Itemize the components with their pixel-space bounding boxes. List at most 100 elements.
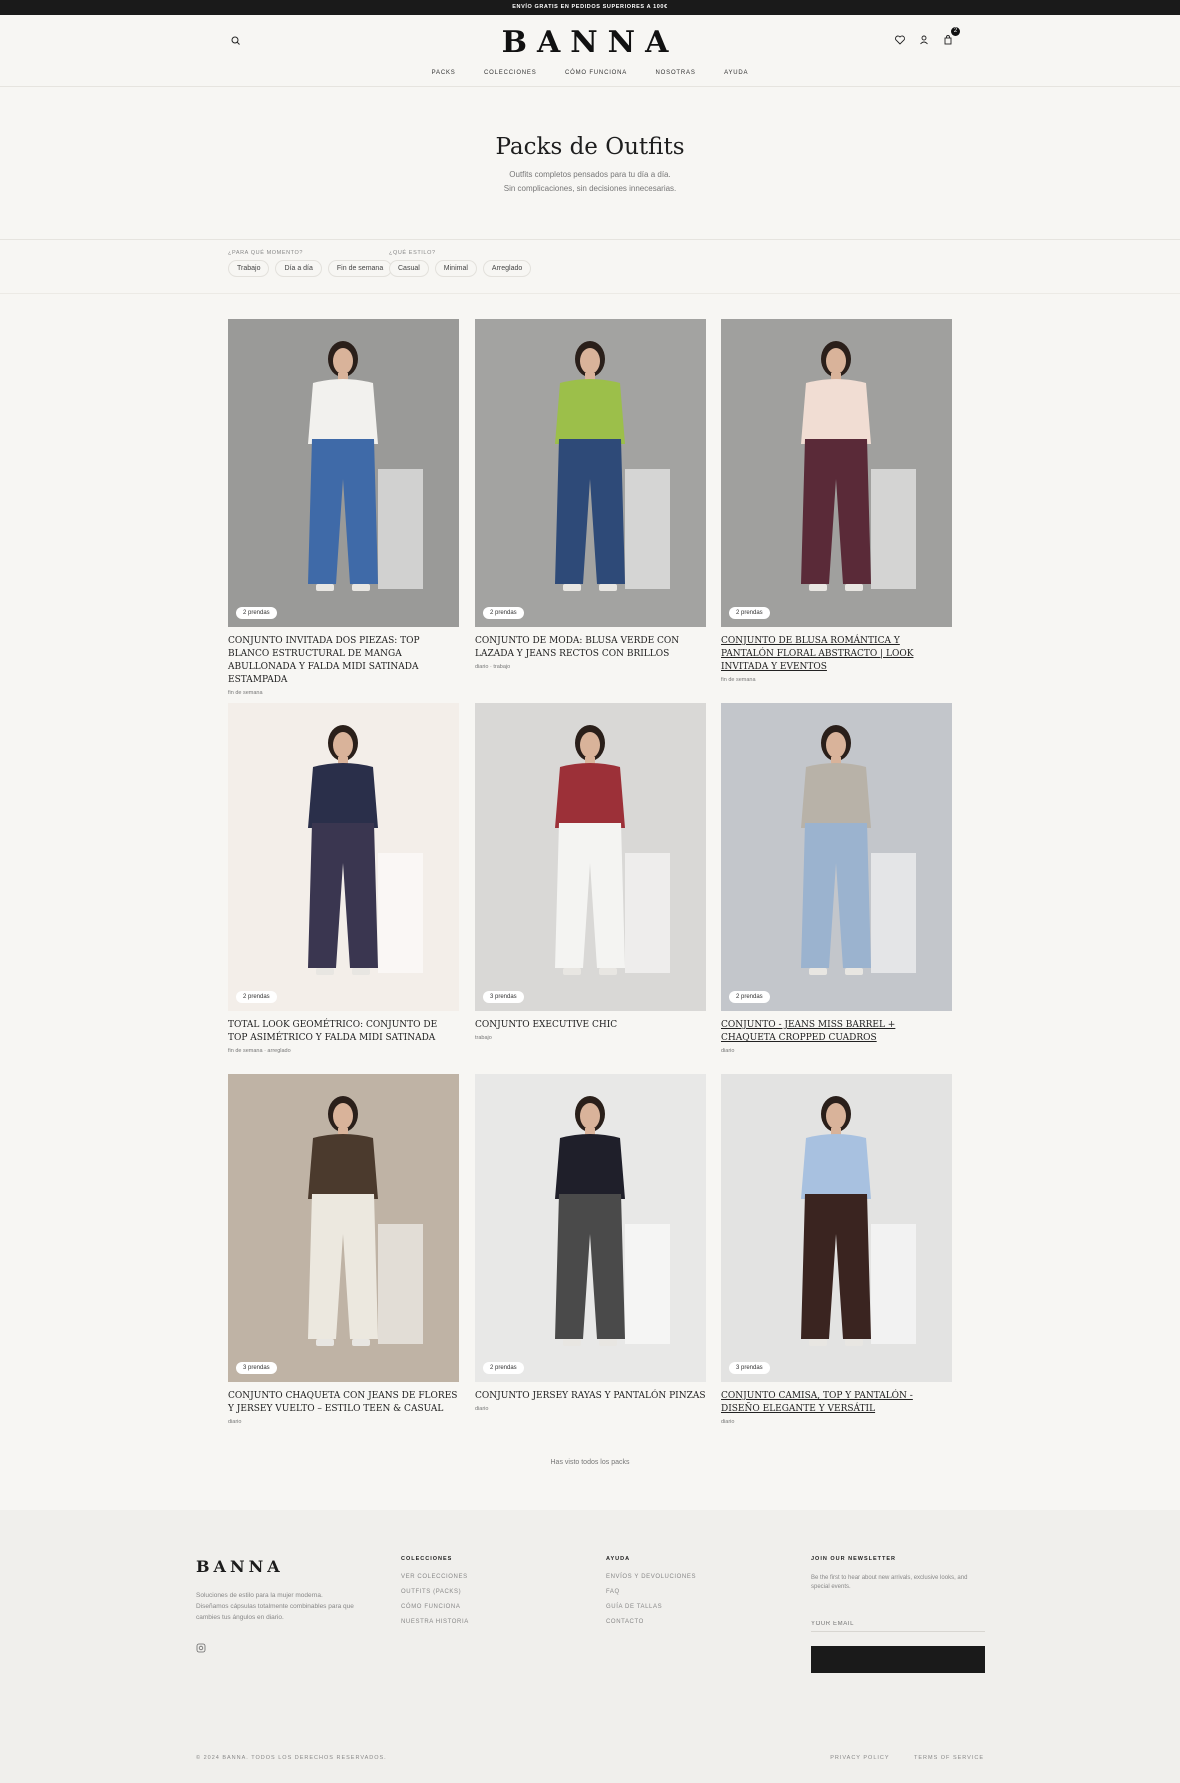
model-bottom (801, 439, 871, 584)
model-top (308, 379, 378, 444)
wishlist-icon[interactable] (894, 33, 906, 45)
product-card[interactable]: 3 prendas Conjunto Executive Chic trabajo (475, 703, 706, 1041)
product-card[interactable]: 3 prendas Conjunto chaqueta con jeans de … (228, 1074, 459, 1425)
newsletter-email-input[interactable] (811, 1617, 985, 1632)
newsletter-title: JOIN OUR NEWSLETTER (811, 1556, 897, 1562)
nav-colecciones[interactable]: COLECCIONES (484, 70, 536, 76)
nav-nosotras[interactable]: NOSOTRAS (656, 70, 696, 76)
newsletter-subscribe-button[interactable] (811, 1646, 985, 1673)
model-face (333, 732, 353, 758)
garment-count-badge: 3 prendas (236, 1362, 277, 1374)
product-title[interactable]: Conjunto chaqueta con jeans de flores y … (228, 1390, 459, 1416)
garment-count-badge: 3 prendas (729, 1362, 770, 1374)
instagram-icon[interactable] (196, 1640, 206, 1653)
product-title[interactable]: Conjunto de Blusa Romántica y Pantalón F… (721, 635, 952, 674)
product-image[interactable]: 2 prendas (721, 319, 952, 627)
garment-count-badge: 2 prendas (236, 607, 277, 619)
hero-subtitle-line1: Outfits completos pensados para tu día a… (509, 170, 671, 179)
site-header: BANNA 2 PACKS COLECCIONES CÓMO FUNCIONA … (0, 15, 1180, 87)
footer-link-contacto[interactable]: CONTACTO (606, 1619, 696, 1625)
site-footer: BANNA Soluciones de estilo para la mujer… (0, 1510, 1180, 1783)
product-title[interactable]: Conjunto - Jeans Miss Barrel + Chaqueta … (721, 1019, 952, 1045)
model-shoe-left (316, 968, 334, 975)
product-tags: trabajo (475, 1035, 492, 1041)
model-shoe-right (599, 584, 617, 591)
footer-link-guia-tallas[interactable]: GUÍA DE TALLAS (606, 1604, 696, 1610)
product-card[interactable]: 2 prendas Total look geométrico: Conjunto… (228, 703, 459, 1054)
model-figure (801, 341, 916, 591)
cart-icon[interactable]: 2 (942, 27, 960, 45)
footer-link-outfits[interactable]: OUTFITS (PACKS) (401, 1589, 469, 1595)
product-tags: diario · trabajo (475, 664, 511, 670)
pedestal-block (378, 469, 423, 589)
garment-count-badge: 2 prendas (483, 1362, 524, 1374)
product-card[interactable]: 2 prendas Conjunto de Blusa Romántica y P… (721, 319, 952, 683)
model-shoe-left (809, 1339, 827, 1346)
product-card[interactable]: 3 prendas Conjunto camisa, top y pantalón… (721, 1074, 952, 1425)
filter-chip-fin-de-semana[interactable]: Fin de semana (327, 260, 393, 277)
nav-como-funciona[interactable]: CÓMO FUNCIONA (565, 70, 627, 76)
product-card[interactable]: 2 prendas Conjunto de moda: Blusa verde c… (475, 319, 706, 670)
footer-link-envios[interactable]: ENVÍOS Y DEVOLUCIONES (606, 1574, 696, 1580)
pedestal-block (378, 1224, 423, 1344)
model-shoe-left (809, 968, 827, 975)
model-bottom (308, 1194, 378, 1339)
product-image[interactable]: 2 prendas (228, 703, 459, 1011)
product-title[interactable]: Conjunto invitada dos piezas: top blanco… (228, 635, 459, 687)
product-image[interactable]: 3 prendas (475, 703, 706, 1011)
footer-link-faq[interactable]: FAQ (606, 1589, 696, 1595)
product-tags: fin de semana · arreglado (228, 1048, 291, 1054)
terms-of-service-link[interactable]: TERMS OF SERVICE (914, 1755, 984, 1761)
filter-chip-dia-a-dia[interactable]: Día a día (275, 260, 322, 277)
product-image[interactable]: 2 prendas (228, 319, 459, 627)
product-image[interactable]: 3 prendas (228, 1074, 459, 1382)
product-tags: diario (721, 1419, 735, 1425)
filter-chip-trabajo[interactable]: Trabajo (228, 260, 270, 277)
product-title[interactable]: Conjunto jersey rayas y pantalón pinzas (475, 1390, 706, 1403)
copyright-text: © 2024 BANNA. TODOS LOS DERECHOS RESERVA… (196, 1755, 387, 1761)
product-image[interactable]: 3 prendas (721, 1074, 952, 1382)
filter-chip-minimal[interactable]: Minimal (434, 260, 477, 277)
product-title[interactable]: Conjunto camisa, top y pantalón - diseño… (721, 1390, 952, 1416)
privacy-policy-link[interactable]: PRIVACY POLICY (830, 1755, 889, 1761)
pedestal-block (625, 853, 670, 973)
footer-logo[interactable]: BANNA (196, 1557, 284, 1576)
model-top (555, 763, 625, 828)
filter-chip-casual[interactable]: Casual (389, 260, 429, 277)
brand-logo[interactable]: BANNA (0, 25, 1180, 60)
product-image[interactable]: 2 prendas (475, 1074, 706, 1382)
product-card[interactable]: 2 prendas Conjunto jersey rayas y pantaló… (475, 1074, 706, 1412)
pedestal-block (378, 853, 423, 973)
model-figure (555, 1096, 670, 1346)
model-figure (801, 725, 916, 975)
main-nav: PACKS COLECCIONES CÓMO FUNCIONA NOSOTRAS… (0, 70, 1180, 76)
pedestal-block (625, 469, 670, 589)
model-face (826, 732, 846, 758)
product-title[interactable]: Total look geométrico: Conjunto de top a… (228, 1019, 459, 1045)
account-icon[interactable] (918, 33, 930, 45)
product-image[interactable]: 2 prendas (475, 319, 706, 627)
footer-link-como-funciona[interactable]: CÓMO FUNCIONA (401, 1604, 469, 1610)
model-top (555, 1134, 625, 1199)
model-bottom (555, 439, 625, 584)
model-face (333, 348, 353, 374)
footer-col-title: AYUDA (606, 1556, 631, 1562)
product-title[interactable]: Conjunto Executive Chic (475, 1019, 706, 1032)
footer-link-nuestra-historia[interactable]: NUESTRA HISTORIA (401, 1619, 469, 1625)
model-shoe-left (563, 584, 581, 591)
nav-ayuda[interactable]: AYUDA (724, 70, 748, 76)
garment-count-badge: 3 prendas (483, 991, 524, 1003)
model-bottom (801, 823, 871, 968)
footer-link-ver-colecciones[interactable]: VER COLECCIONES (401, 1574, 469, 1580)
product-card[interactable]: 2 prendas Conjunto invitada dos piezas: t… (228, 319, 459, 696)
nav-packs[interactable]: PACKS (432, 70, 456, 76)
footer-col-ayuda: AYUDA ENVÍOS Y DEVOLUCIONES FAQ GUÍA DE … (606, 1556, 696, 1634)
product-title[interactable]: Conjunto de moda: Blusa verde con lazada… (475, 635, 706, 661)
model-figure (308, 725, 423, 975)
filter-chip-arreglado[interactable]: Arreglado (482, 260, 532, 277)
product-card[interactable]: 2 prendas Conjunto - Jeans Miss Barrel + … (721, 703, 952, 1054)
product-image[interactable]: 2 prendas (721, 703, 952, 1011)
model-face (580, 1103, 600, 1129)
hero-subtitle-line2: Sin complicaciones, sin decisiones innec… (503, 184, 677, 193)
model-top (308, 1134, 378, 1199)
